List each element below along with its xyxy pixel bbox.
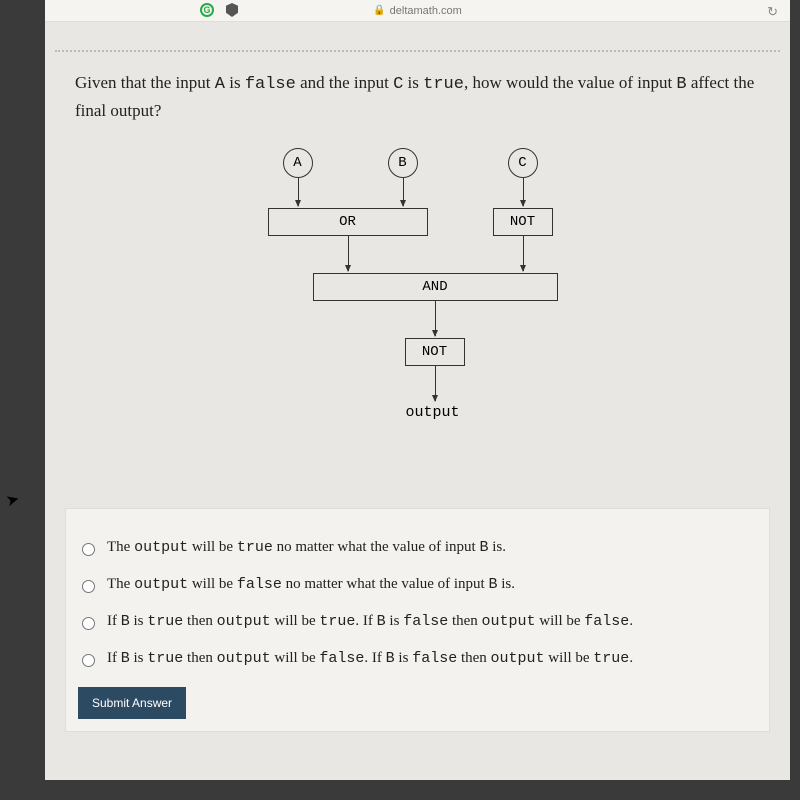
input-a: A [283,148,313,178]
option-1[interactable]: The output will be true no matter what t… [78,529,757,566]
not-gate-1: NOT [493,208,553,236]
cursor-pointer: ➤ [4,489,22,512]
logic-diagram: A B C OR NOT AND NOT output [228,148,608,478]
radio-2[interactable] [82,580,95,593]
radio-3[interactable] [82,617,95,630]
not-gate-2: NOT [405,338,465,366]
grammarly-icon[interactable]: G [200,3,214,17]
answer-options: The output will be true no matter what t… [65,508,770,732]
page-content: Given that the input A is false and the … [45,22,790,732]
input-c: C [508,148,538,178]
arrow [523,178,524,206]
arrow [298,178,299,206]
arrow [435,301,436,336]
or-gate: OR [268,208,428,236]
arrow [348,236,349,271]
output-label: output [406,404,460,421]
reload-icon[interactable]: ↻ [767,4,778,20]
question-text: Given that the input A is false and the … [45,70,790,123]
input-b: B [388,148,418,178]
radio-1[interactable] [82,543,95,556]
divider [55,50,780,52]
and-gate: AND [313,273,558,301]
option-4[interactable]: If B is true then output will be false. … [78,640,757,677]
shield-icon[interactable] [226,3,238,17]
option-2[interactable]: The output will be false no matter what … [78,566,757,603]
arrow [523,236,524,271]
arrow [403,178,404,206]
radio-4[interactable] [82,654,95,667]
url-host: deltamath.com [390,5,462,17]
app-window: G 🔒 deltamath.com ↻ Given that the input… [45,0,790,780]
option-3[interactable]: If B is true then output will be true. I… [78,603,757,640]
submit-button[interactable]: Submit Answer [78,687,186,719]
url-bar: G 🔒 deltamath.com ↻ [45,0,790,22]
arrow [435,366,436,401]
lock-icon: 🔒 [373,5,385,16]
